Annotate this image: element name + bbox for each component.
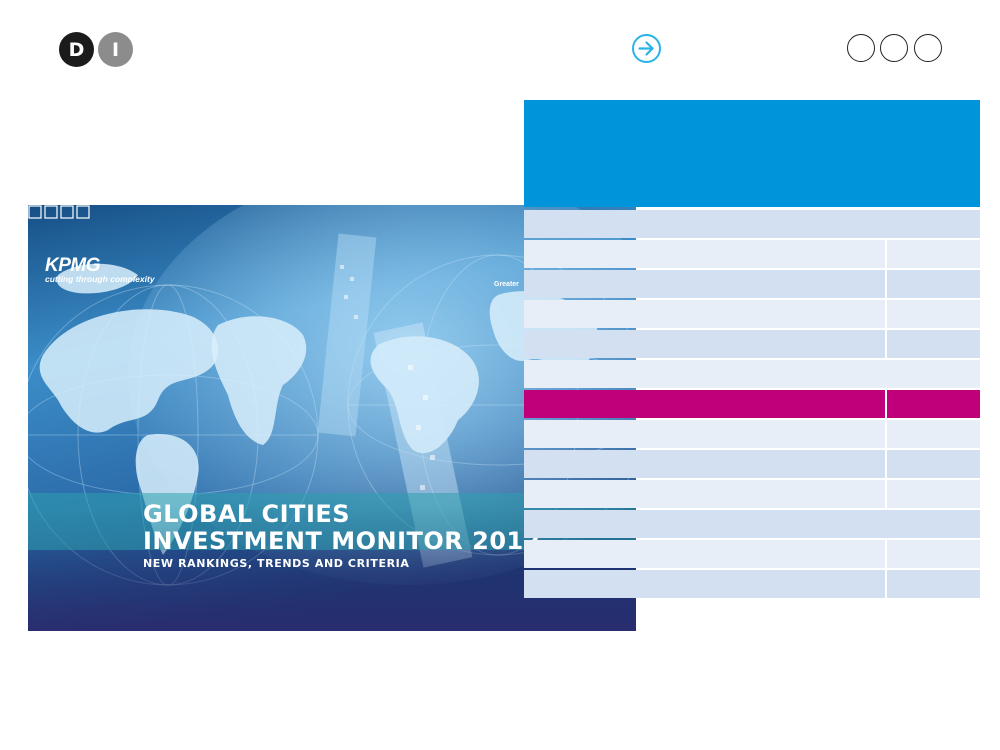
table-label-cell [524,420,885,448]
table-value-cell [887,270,980,298]
table-row[interactable] [524,420,980,448]
cover-title-line-2: INVESTMENT MONITOR 2012 [143,527,541,555]
table-row[interactable] [524,270,980,298]
table-row[interactable] [524,450,980,478]
table-header [524,100,980,207]
table-row[interactable] [524,330,980,358]
cover-title-line-1: GLOBAL CITIES [143,500,351,528]
table-label-cell [524,390,885,418]
table-row[interactable] [524,480,980,508]
table-value-cell [887,540,980,568]
kpmg-tagline: cutting through complexity [45,274,155,284]
table-row[interactable] [524,540,980,568]
table-value-cell [887,420,980,448]
city-label: Greater [494,281,519,288]
cover-title: GLOBAL CITIES INVESTMENT MONITOR 2012 [143,501,541,555]
arrow-right-circle-icon [632,34,661,63]
table-row[interactable] [524,510,980,538]
table-row[interactable] [524,390,980,418]
table-value-cell [887,480,980,508]
table-row[interactable] [524,300,980,328]
table-label-cell [524,570,885,598]
table-label-cell [524,240,885,268]
table-row[interactable] [524,360,980,388]
window-control-3[interactable] [914,34,942,62]
table-section-cell [524,360,980,388]
table-value-cell [887,450,980,478]
next-arrow-button[interactable] [631,33,662,64]
cover-subtitle: NEW RANKINGS, TRENDS AND CRITERIA [143,557,410,570]
table-label-cell [524,270,885,298]
table-section-cell [524,210,980,238]
table-label-cell [524,480,885,508]
ranking-table [524,100,980,599]
table-label-cell [524,330,885,358]
window-control-1[interactable] [847,34,875,62]
table-value-cell [887,330,980,358]
table-row[interactable] [524,210,980,238]
logo-letter-d: D [59,32,94,67]
table-value-cell [887,390,980,418]
table-label-cell [524,540,885,568]
table-row[interactable] [524,240,980,268]
window-control-2[interactable] [880,34,908,62]
table-label-cell [524,300,885,328]
logo-letter-i: I [98,32,133,67]
kpmg-boxes-icon [28,205,90,219]
table-value-cell [887,300,980,328]
table-value-cell [887,240,980,268]
table-label-cell [524,450,885,478]
table-row[interactable] [524,570,980,598]
table-value-cell [887,570,980,598]
table-section-cell [524,510,980,538]
